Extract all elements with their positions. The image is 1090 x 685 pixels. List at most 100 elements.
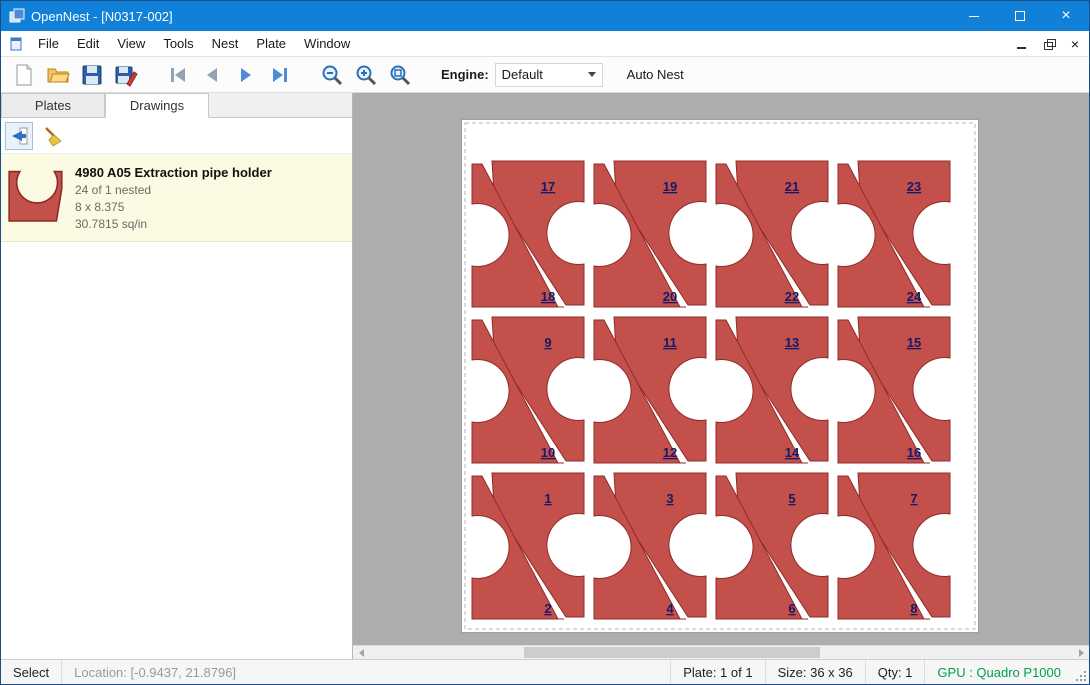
nesting-canvas[interactable]: 171819202122232491011121314151612345678	[353, 93, 1089, 659]
part-number: 18	[541, 289, 555, 304]
scrollbar-track[interactable]	[369, 646, 1073, 659]
minimize-button[interactable]	[951, 1, 997, 31]
nested-part-pair: 23 24	[838, 161, 950, 307]
menu-tools[interactable]: Tools	[154, 32, 202, 55]
main-area: Plates Drawings	[1, 93, 1089, 659]
part-number: 2	[544, 601, 551, 616]
nested-part-pair: 12	[472, 473, 584, 619]
close-icon: ×	[1061, 8, 1070, 24]
chevron-down-icon	[588, 72, 596, 77]
zoom-fit-button[interactable]	[385, 60, 415, 90]
part-number: 15	[907, 335, 921, 350]
window-controls: ×	[951, 1, 1089, 31]
menu-nest[interactable]: Nest	[203, 32, 248, 55]
part-number: 3	[666, 491, 673, 506]
mdi-minimize-icon[interactable]	[1015, 38, 1029, 50]
tab-drawings[interactable]: Drawings	[105, 93, 209, 118]
app-icon	[9, 8, 25, 24]
status-mode: Select	[1, 660, 62, 684]
mdi-window-controls: ×	[1015, 38, 1089, 50]
mdi-restore-icon[interactable]	[1043, 38, 1057, 50]
part-thumbnail	[7, 162, 65, 224]
scrollbar-thumb[interactable]	[524, 647, 820, 658]
clear-drawings-button[interactable]	[39, 122, 67, 150]
part-number: 23	[907, 179, 921, 194]
previous-plate-button[interactable]	[197, 60, 227, 90]
nested-part-pair: 1314	[716, 317, 828, 463]
main-toolbar: Engine: Default Auto Nest	[1, 57, 1089, 93]
drawing-list-item[interactable]: 4980 A05 Extraction pipe holder 24 of 1 …	[1, 154, 352, 242]
scroll-left-button[interactable]	[353, 646, 369, 659]
scroll-right-button[interactable]	[1073, 646, 1089, 659]
save-icon	[80, 63, 104, 87]
resize-grip[interactable]	[1073, 660, 1089, 684]
menu-bar: File Edit View Tools Nest Plate Window ×	[1, 31, 1089, 57]
part-number: 17	[541, 179, 555, 194]
import-drawing-button[interactable]	[5, 122, 33, 150]
app-window: OpenNest - [N0317-002] × File Edit View …	[0, 0, 1090, 685]
auto-nest-button[interactable]: Auto Nest	[621, 63, 690, 86]
canvas-viewport: 171819202122232491011121314151612345678	[353, 93, 1089, 645]
maximize-icon	[1015, 11, 1025, 21]
close-button[interactable]: ×	[1043, 1, 1089, 31]
engine-value: Default	[502, 67, 588, 82]
part-number: 11	[663, 335, 677, 350]
nested-part-pair: 1718	[472, 161, 584, 307]
save-as-button[interactable]	[111, 60, 141, 90]
sidebar-toolbar	[1, 118, 352, 154]
nested-part-pair: 78	[838, 473, 950, 619]
part-number: 20	[663, 289, 677, 304]
nested-part-pair: 56	[716, 473, 828, 619]
part-number: 5	[788, 491, 795, 506]
plate: 171819202122232491011121314151612345678	[461, 119, 979, 633]
zoom-out-button[interactable]	[317, 60, 347, 90]
status-plate: Plate: 1 of 1	[670, 660, 764, 684]
part-number: 10	[541, 445, 555, 460]
last-arrow-icon	[268, 63, 292, 87]
part-number: 24	[907, 289, 922, 304]
save-button[interactable]	[77, 60, 107, 90]
nested-part-pair: 34	[594, 473, 706, 619]
menu-file[interactable]: File	[29, 32, 68, 55]
maximize-button[interactable]	[997, 1, 1043, 31]
zoom-in-button[interactable]	[351, 60, 381, 90]
zoom-fit-icon	[388, 63, 412, 87]
blue-arrow-icon	[8, 125, 30, 147]
part-number: 7	[910, 491, 917, 506]
open-file-button[interactable]	[43, 60, 73, 90]
tab-plates[interactable]: Plates	[1, 93, 105, 117]
plate-svg: 171819202122232491011121314151612345678	[462, 120, 978, 632]
menu-edit[interactable]: Edit	[68, 32, 108, 55]
open-folder-icon	[46, 63, 70, 87]
part-number: 22	[785, 289, 799, 304]
zoom-in-icon	[354, 63, 378, 87]
part-area: 30.7815 sq/in	[75, 216, 272, 233]
menu-plate[interactable]: Plate	[247, 32, 295, 55]
engine-label: Engine:	[441, 67, 489, 82]
last-plate-button[interactable]	[265, 60, 295, 90]
menu-window[interactable]: Window	[295, 32, 359, 55]
document-icon	[9, 37, 23, 51]
next-arrow-icon	[234, 63, 258, 87]
menu-view[interactable]: View	[108, 32, 154, 55]
new-file-icon	[12, 63, 36, 87]
tab-plates-label: Plates	[35, 98, 71, 113]
mdi-close-icon[interactable]: ×	[1071, 38, 1079, 50]
nested-part-pair: 11 12	[594, 317, 706, 463]
part-title: 4980 A05 Extraction pipe holder	[75, 164, 272, 182]
sidebar-tabs: Plates Drawings	[1, 93, 352, 118]
horizontal-scrollbar[interactable]	[353, 645, 1089, 659]
part-number: 13	[785, 335, 799, 350]
part-number: 12	[663, 445, 677, 460]
new-file-button[interactable]	[9, 60, 39, 90]
status-qty: Qty: 1	[865, 660, 925, 684]
status-location: Location: [-0.9437, 21.8796]	[62, 660, 248, 684]
part-number: 4	[666, 601, 674, 616]
sidebar-empty-area	[1, 242, 352, 659]
engine-select[interactable]: Default	[495, 63, 603, 87]
next-plate-button[interactable]	[231, 60, 261, 90]
status-size: Size: 36 x 36	[765, 660, 865, 684]
status-bar: Select Location: [-0.9437, 21.8796] Plat…	[1, 659, 1089, 684]
part-number: 9	[544, 335, 551, 350]
first-plate-button[interactable]	[163, 60, 193, 90]
